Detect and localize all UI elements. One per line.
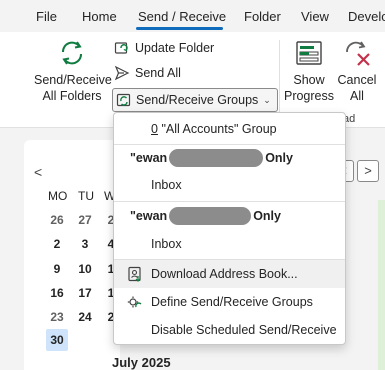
menu-item-label: Disable Scheduled Send/Receive: [151, 323, 337, 337]
calendar-day[interactable]: 26: [46, 213, 68, 227]
menu-account-header: "ewan Only: [130, 207, 281, 225]
tab-view[interactable]: View: [301, 9, 329, 24]
account-name-suffix: Only: [253, 209, 281, 223]
menu-item-define-groups[interactable]: Define Send/Receive Groups: [114, 288, 345, 316]
send-receive-all-folders-button[interactable]: Send/Receive All Folders: [34, 38, 112, 104]
account-name-prefix: "ewan: [130, 209, 168, 223]
sync-icon: [61, 41, 83, 65]
menu-item-accel: 0: [151, 122, 158, 136]
send-all-label: Send All: [135, 66, 181, 80]
menu-item-download-address-book[interactable]: Download Address Book...: [114, 260, 345, 288]
send-all-button[interactable]: Send All: [114, 63, 181, 83]
redacted-email: [169, 149, 264, 167]
redacted-email: [169, 207, 252, 225]
menu-item-inbox[interactable]: Inbox: [114, 230, 345, 258]
menu-item-all-accounts-group[interactable]: 0 "All Accounts" Group: [114, 115, 345, 143]
menu-separator: [114, 144, 345, 145]
calendar-prev-month-button[interactable]: <: [34, 164, 42, 180]
calendar-day[interactable]: 23: [46, 310, 68, 324]
progress-icon: [296, 41, 322, 65]
tab-folder[interactable]: Folder: [244, 9, 281, 24]
update-folder-label: Update Folder: [135, 41, 215, 55]
send-icon: [114, 65, 130, 81]
send-receive-groups-menu: 0 "All Accounts" Group "ewan Only Inbox …: [113, 112, 346, 345]
calendar-day[interactable]: 17: [74, 286, 96, 300]
show-progress-line1: Show: [293, 73, 325, 87]
calendar-day[interactable]: 16: [46, 286, 68, 300]
view-next-button[interactable]: >: [357, 160, 379, 182]
show-progress-line2: Progress: [283, 89, 335, 103]
calendar-day[interactable]: 10: [74, 262, 96, 276]
update-folder-button[interactable]: Update Folder: [114, 38, 214, 58]
calendar-day-today[interactable]: 30: [46, 329, 68, 351]
tab-home[interactable]: Home: [82, 9, 117, 24]
calendar-day[interactable]: 27: [74, 213, 96, 227]
menu-item-disable-scheduled[interactable]: Disable Scheduled Send/Receive: [114, 316, 345, 344]
account-name-suffix: Only: [265, 151, 293, 165]
calendar-day[interactable]: 9: [46, 262, 68, 276]
active-tab-indicator: [136, 27, 223, 30]
account-name-prefix: "ewan: [130, 151, 168, 165]
tab-developer[interactable]: Develo: [348, 9, 385, 24]
cancel-all-line2: All: [350, 89, 364, 103]
show-progress-button[interactable]: Show Progress: [283, 38, 335, 104]
calendar-day[interactable]: 3: [74, 237, 96, 251]
next-month-label: July 2025: [112, 355, 171, 370]
menu-account-header: "ewan Only: [130, 149, 293, 167]
send-receive-groups-icon: [116, 93, 131, 107]
day-of-week-tue: TU: [78, 189, 94, 203]
send-receive-groups-label: Send/Receive Groups: [136, 93, 259, 107]
cancel-sync-icon: [346, 41, 370, 66]
day-of-week-mon: MO: [48, 189, 68, 203]
cancel-all-line1: Cancel: [337, 73, 377, 87]
settings-sync-icon: [127, 296, 142, 308]
menu-item-inbox[interactable]: Inbox: [114, 171, 345, 199]
send-receive-all-line2: All Folders: [42, 89, 102, 103]
ribbon-tab-bar: File Home Send / Receive Folder View Dev…: [0, 0, 385, 32]
tab-file[interactable]: File: [36, 9, 57, 24]
calendar-event-strip: [378, 200, 385, 370]
menu-item-label: Inbox: [151, 178, 182, 192]
calendar-day[interactable]: 2: [46, 237, 68, 251]
menu-separator: [114, 201, 345, 202]
address-book-icon: [128, 266, 141, 282]
send-receive-groups-dropdown[interactable]: Send/Receive Groups ⌄: [112, 88, 278, 112]
cancel-all-button[interactable]: Cancel All: [336, 38, 378, 104]
send-receive-all-line1: Send/Receive: [34, 73, 112, 87]
update-folder-icon: [114, 42, 128, 54]
menu-item-label: Download Address Book...: [151, 267, 298, 281]
calendar-day[interactable]: 24: [74, 310, 96, 324]
menu-item-label: Define Send/Receive Groups: [151, 295, 313, 309]
tab-send-receive[interactable]: Send / Receive: [138, 9, 226, 24]
menu-item-label: "All Accounts" Group: [161, 122, 277, 136]
chevron-down-icon: ⌄: [263, 94, 271, 105]
ribbon-group-divider: [279, 40, 280, 120]
menu-item-label: Inbox: [151, 237, 182, 251]
